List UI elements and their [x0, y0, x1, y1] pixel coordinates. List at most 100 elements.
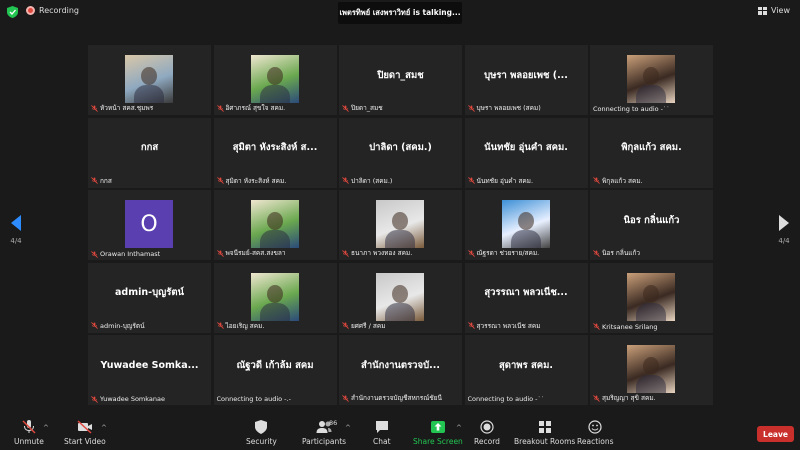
participant-tile[interactable]: O Orawan Inthamast — [88, 190, 211, 260]
view-button[interactable]: View — [758, 6, 790, 15]
mic-muted-icon — [593, 177, 600, 184]
participant-name-text: Yuwadee Somkanae — [100, 395, 166, 403]
participant-name-text: Connecting to audio -˙˙ — [467, 395, 545, 403]
participant-tile[interactable]: Connecting to audio -˙˙ — [590, 45, 713, 115]
security-button[interactable]: Security — [246, 420, 277, 446]
share-screen-label: Share Screen — [413, 437, 463, 446]
breakout-rooms-icon — [538, 421, 551, 433]
arrow-left-icon — [11, 215, 21, 231]
unmute-label: Unmute — [14, 437, 44, 446]
participant-tile[interactable]: ณัฐรดา ช่วยราย/สคม. — [464, 190, 588, 260]
participant-name-label: ธนาภา พวงทอง สคม. — [342, 248, 412, 258]
participants-button[interactable]: Participants — [302, 420, 346, 446]
participant-tile[interactable]: นิอร กลิ่นแก้ว นิอร กลิ่นแก้ว — [590, 190, 713, 260]
participant-display-name: ณัฐวดี เก้าล้ม สคม — [236, 359, 314, 371]
mic-muted-icon — [593, 394, 600, 402]
participant-tile[interactable]: ไอยเริญ สคม. — [213, 262, 337, 333]
participant-name-text: พจนีรมย์-สคส.สงขลา — [225, 249, 286, 257]
share-options-caret[interactable]: ^ — [456, 424, 462, 432]
participant-tile[interactable]: สำนักงานตรวจบั... สำนักงานตรวจบัญชีสหกรณ์… — [339, 335, 462, 405]
video-options-caret[interactable]: ^ — [101, 424, 107, 432]
person-silhouette — [266, 212, 283, 230]
participant-name-label: ปาลิดา (สคม.) — [342, 176, 392, 186]
participant-name-text: นันทชัย อุ่นคำ สคม. — [476, 176, 534, 185]
person-silhouette — [266, 67, 283, 85]
encryption-shield-icon[interactable] — [7, 6, 18, 18]
participant-tile[interactable]: ธนาภา พวงทอง สคม. — [339, 190, 462, 260]
person-body — [259, 230, 290, 248]
participant-name-label: ยศศรี / สคม — [342, 321, 385, 331]
page-indicator-left: 4/4 — [10, 237, 22, 245]
participant-tile[interactable]: ณัฐวดี เก้าล้ม สคม Connecting to audio -.… — [213, 335, 337, 405]
person-body — [636, 375, 666, 393]
next-page-button[interactable]: 4/4 — [774, 215, 794, 245]
participant-name-text: อิศาภรณ์ สุขใจ สคม. — [225, 104, 286, 112]
reactions-label: Reactions — [577, 437, 614, 446]
participant-video — [376, 272, 424, 321]
person-silhouette — [392, 284, 408, 303]
participant-tile[interactable]: พิกุลแก้ว สคม. พิกุลแก้ว สคม. — [590, 117, 713, 188]
participant-name-text: Orawan Inthamast — [100, 250, 161, 258]
mic-muted-icon — [91, 250, 98, 258]
person-silhouette — [643, 67, 659, 85]
participant-tile[interactable]: อิศาภรณ์ สุขใจ สคม. — [213, 45, 337, 115]
participant-video — [627, 345, 675, 393]
reactions-button[interactable]: Reactions — [577, 420, 613, 446]
start-video-button[interactable]: Start Video — [64, 420, 106, 446]
participant-tile[interactable]: ปาลิดา (สคม.) ปาลิดา (สคม.) — [339, 117, 462, 188]
person-body — [510, 230, 541, 248]
person-body — [636, 85, 666, 103]
person-body — [385, 230, 415, 248]
mic-muted-icon — [593, 249, 600, 257]
audio-options-caret[interactable]: ^ — [43, 424, 49, 432]
mic-muted-icon — [342, 394, 349, 402]
recording-indicator[interactable]: Recording — [26, 6, 79, 15]
participant-display-name: กกส — [140, 142, 159, 153]
participant-display-name: Yuwadee Somka... — [100, 359, 199, 371]
participant-video — [501, 200, 550, 248]
mic-muted-icon — [216, 249, 224, 257]
participant-display-name: พิกุลแก้ว สคม. — [621, 142, 682, 153]
top-bar: Recording เพตรทิพย์ เสงพราวิทย์ is talki… — [0, 0, 800, 24]
participant-display-name: สุวรรณา พลวเนีช... — [484, 287, 568, 298]
participant-name-label: พิกุลแก้ว สคม. — [593, 176, 643, 186]
breakout-rooms-button[interactable]: Breakout Rooms — [514, 420, 575, 446]
participant-name-text: admin-บุญรัตน์ — [100, 321, 145, 330]
participant-tile[interactable]: สุวรรณา พลวเนีช... สุวรรณา พลวเนีช สคม — [464, 262, 588, 333]
smiley-icon — [588, 420, 602, 434]
participant-tile[interactable]: Kritsanee Srilang — [590, 262, 713, 333]
participant-display-name: ปิยดา_สมช — [377, 69, 424, 81]
participant-tile[interactable]: สุมิตา หังระสิงห์ ส... สุมิตา หังระสิงห์ … — [213, 117, 337, 188]
previous-page-button[interactable]: 4/4 — [6, 215, 26, 245]
participant-tile[interactable]: admin-บุญรัตน์ admin-บุญรัตน์ — [88, 262, 211, 333]
mic-muted-icon — [216, 104, 224, 112]
page-indicator-right: 4/4 — [778, 237, 790, 245]
unmute-button[interactable]: Unmute — [14, 420, 44, 446]
participants-options-caret[interactable]: ^ — [345, 424, 351, 432]
person-body — [636, 302, 666, 321]
participant-avatar: O — [125, 200, 173, 248]
mic-muted-icon — [467, 104, 475, 112]
mic-muted-icon — [342, 177, 349, 184]
participant-name-text: หัวหน้า สคส.ชุมพร — [100, 104, 154, 112]
participant-tile[interactable]: กกส กกส — [88, 117, 211, 188]
participant-tile[interactable]: สุดาพร สคม. Connecting to audio -˙˙ — [464, 335, 588, 405]
participant-tile[interactable]: บุษรา พลอยเพช (... บุษรา พลอยเพช (สคม) — [464, 45, 588, 115]
chat-button[interactable]: Chat — [373, 420, 391, 446]
participant-name-text: นิอร กลิ่นแก้ว — [602, 249, 641, 257]
view-label: View — [771, 6, 790, 15]
participant-tile[interactable]: หัวหน้า สคส.ชุมพร — [88, 45, 211, 115]
record-button[interactable]: Record — [474, 420, 500, 446]
participant-tile[interactable]: ยศศรี / สคม — [339, 262, 462, 333]
leave-button[interactable]: Leave — [757, 426, 794, 442]
participant-tile[interactable]: พจนีรมย์-สคส.สงขลา — [213, 190, 337, 260]
participant-display-name: admin-บุญรัตน์ — [115, 287, 184, 298]
participant-tile[interactable]: นันทชัย อุ่นคำ สคม. นันทชัย อุ่นคำ สคม. — [464, 117, 588, 188]
participant-tile[interactable]: Yuwadee Somka... Yuwadee Somkanae — [88, 335, 211, 405]
participant-video — [376, 200, 424, 248]
participant-tile[interactable]: ปิยดา_สมช ปิยดา_สมช — [339, 45, 462, 115]
participant-name-label: Connecting to audio -˙˙ — [593, 105, 670, 113]
mic-muted-icon — [342, 104, 349, 112]
participant-name-text: สำนักงานตรวจบัญชีสหกรณ์ชัยนี — [351, 394, 442, 402]
participant-tile[interactable]: สุมริญญา สุขิ สคม. — [590, 335, 713, 405]
